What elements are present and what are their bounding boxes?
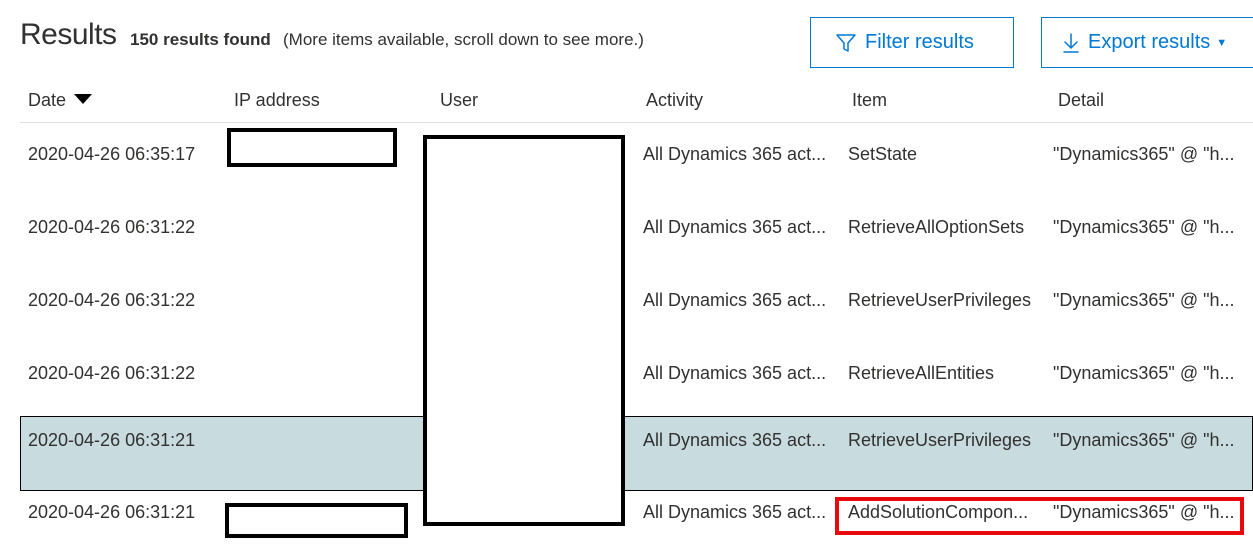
filter-results-button[interactable]: Filter results <box>810 17 1014 68</box>
cell-detail: "Dynamics365" @ "h... <box>1053 363 1235 383</box>
cell-detail: "Dynamics365" @ "h... <box>1053 290 1235 310</box>
cell-activity: All Dynamics 365 act... <box>643 430 827 450</box>
cell-detail: "Dynamics365" @ "h... <box>1053 217 1235 237</box>
cell-date: 2020-04-26 06:31:22 <box>28 363 196 383</box>
table-row[interactable]: 2020-04-26 06:35:17 All Dynamics 365 act… <box>20 128 1253 201</box>
cell-date: 2020-04-26 06:31:21 <box>28 502 196 522</box>
cell-detail: "Dynamics365" @ "h... <box>1053 144 1235 164</box>
export-results-button[interactable]: Export results ▼ <box>1041 17 1253 68</box>
cell-date: 2020-04-26 06:31:22 <box>28 290 196 310</box>
cell-activity: All Dynamics 365 act... <box>643 217 827 237</box>
results-note: (More items available, scroll down to se… <box>283 30 644 49</box>
table-row[interactable]: 2020-04-26 06:31:22 All Dynamics 365 act… <box>20 347 1253 420</box>
table-header: Date IP address User Activity Item Detai… <box>20 88 1253 123</box>
audit-results-page: Results 150 results found (More items av… <box>0 0 1253 546</box>
column-header-user[interactable]: User <box>440 90 478 111</box>
table-row[interactable]: 2020-04-26 06:31:22 All Dynamics 365 act… <box>20 201 1253 274</box>
results-count: 150 results found <box>130 30 271 49</box>
cell-date: 2020-04-26 06:31:21 <box>28 430 196 450</box>
page-title: Results <box>20 18 117 51</box>
filter-icon <box>836 33 856 52</box>
sort-descending-icon <box>74 94 93 104</box>
highlight-annotation <box>835 497 1244 535</box>
redaction-box-user <box>423 135 625 526</box>
redaction-box-ip <box>225 503 408 538</box>
column-header-ip-address[interactable]: IP address <box>234 90 320 111</box>
cell-detail: "Dynamics365" @ "h... <box>1053 430 1235 450</box>
column-header-activity[interactable]: Activity <box>646 90 703 111</box>
cell-date: 2020-04-26 06:35:17 <box>28 144 196 164</box>
cell-activity: All Dynamics 365 act... <box>643 363 827 383</box>
cell-item: RetrieveUserPrivileges <box>848 290 1032 310</box>
table-row-selected[interactable]: 2020-04-26 06:31:21 All Dynamics 365 act… <box>20 416 1253 491</box>
column-header-item[interactable]: Item <box>852 90 887 111</box>
cell-item: RetrieveAllEntities <box>848 363 995 383</box>
cell-item: RetrieveUserPrivileges <box>848 430 1032 450</box>
cell-activity: All Dynamics 365 act... <box>643 290 827 310</box>
cell-activity: All Dynamics 365 act... <box>643 144 827 164</box>
column-header-detail[interactable]: Detail <box>1058 90 1104 111</box>
download-icon <box>1063 32 1079 53</box>
column-header-date[interactable]: Date <box>28 90 93 111</box>
filter-results-label: Filter results <box>865 31 974 53</box>
table-row[interactable]: 2020-04-26 06:31:22 All Dynamics 365 act… <box>20 274 1253 347</box>
cell-item: RetrieveAllOptionSets <box>848 217 1025 237</box>
chevron-down-icon: ▼ <box>1216 36 1228 49</box>
redaction-box-ip <box>227 128 397 167</box>
cell-item: SetState <box>848 144 918 164</box>
cell-activity: All Dynamics 365 act... <box>643 502 827 522</box>
export-results-label: Export results <box>1088 31 1211 53</box>
cell-date: 2020-04-26 06:31:22 <box>28 217 196 237</box>
